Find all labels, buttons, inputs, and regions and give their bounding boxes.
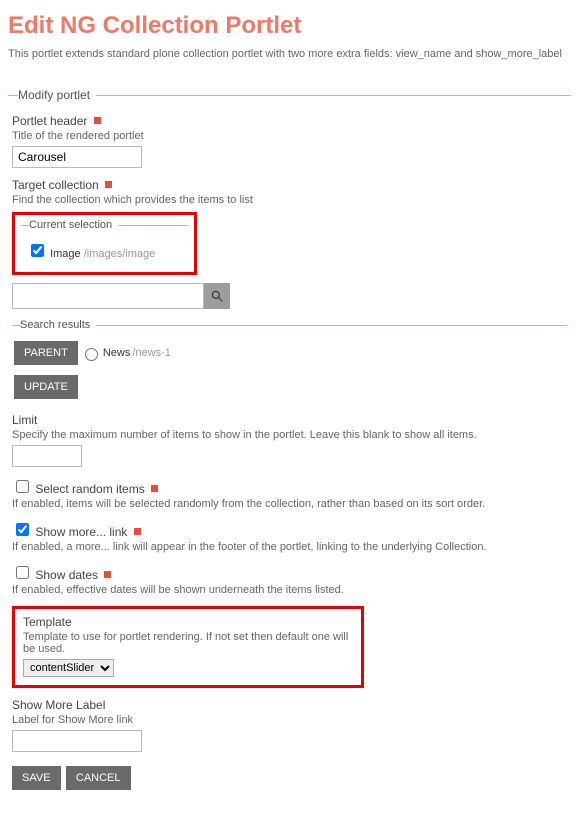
show-more-label-field: Show More Label Label for Show More link — [12, 698, 567, 752]
current-selection-path: /images/image — [84, 248, 156, 260]
update-button[interactable]: UPDATE — [14, 375, 78, 399]
show-more-label-label: Show More Label — [12, 698, 567, 712]
current-selection-fieldset: Current selection Image /images/image — [21, 219, 188, 262]
show-more-label-help: Label for Show More link — [12, 714, 567, 726]
target-collection-label: Target collection — [12, 178, 99, 192]
page-title: Edit NG Collection Portlet — [8, 12, 571, 40]
page-description: This portlet extends standard plone coll… — [8, 48, 571, 60]
required-marker — [105, 181, 112, 188]
show-more-label-input[interactable] — [12, 730, 142, 752]
parent-button[interactable]: PARENT — [14, 341, 78, 365]
current-selection-checkbox[interactable] — [31, 244, 44, 257]
target-collection-help: Find the collection which provides the i… — [12, 194, 567, 206]
template-help: Template to use for portlet rendering. I… — [23, 631, 353, 655]
portlet-header-input[interactable] — [12, 146, 142, 168]
random-items-field: Select random items If enabled, items wi… — [12, 477, 567, 510]
show-more-link-field: Show more... link If enabled, a more... … — [12, 520, 567, 553]
template-highlight: Template Template to use for portlet ren… — [12, 606, 364, 688]
modify-portlet-legend: Modify portlet — [18, 88, 96, 102]
portlet-header-help: Title of the rendered portlet — [12, 130, 567, 142]
search-results-fieldset: Search results PARENT News /news-1 UPDAT… — [12, 319, 567, 403]
random-items-label: Select random items — [35, 482, 144, 496]
search-results-row: PARENT News /news-1 — [14, 339, 565, 367]
search-result-path: /news-1 — [132, 347, 171, 359]
limit-field: Limit Specify the maximum number of item… — [12, 413, 567, 467]
current-selection-highlight: Current selection Image /images/image — [12, 212, 197, 275]
current-selection-legend: Current selection — [29, 219, 118, 231]
modify-portlet-fieldset: Modify portlet Portlet header Title of t… — [8, 88, 571, 796]
show-dates-help: If enabled, effective dates will be show… — [12, 584, 567, 596]
required-marker — [134, 528, 141, 535]
target-collection-field: Target collection Find the collection wh… — [12, 178, 567, 403]
search-icon — [210, 289, 224, 303]
show-more-link-label: Show more... link — [35, 525, 127, 539]
template-select[interactable]: contentSlider — [23, 659, 114, 677]
show-dates-checkbox[interactable] — [16, 566, 29, 579]
limit-label: Limit — [12, 413, 567, 427]
show-dates-field: Show dates If enabled, effective dates w… — [12, 563, 567, 596]
current-selection-name: Image — [50, 248, 81, 260]
search-result-radio[interactable] — [85, 348, 98, 361]
show-more-link-checkbox[interactable] — [16, 523, 29, 536]
limit-help: Specify the maximum number of items to s… — [12, 429, 567, 441]
save-button[interactable]: SAVE — [12, 766, 61, 790]
cancel-button[interactable]: CANCEL — [66, 766, 131, 790]
search-input[interactable] — [12, 283, 204, 309]
limit-input[interactable] — [12, 445, 82, 467]
required-marker — [104, 571, 111, 578]
random-items-help: If enabled, items will be selected rando… — [12, 498, 567, 510]
search-row — [12, 283, 567, 309]
search-result-name: News — [103, 347, 131, 359]
search-results-legend: Search results — [20, 319, 96, 331]
template-label: Template — [23, 615, 353, 629]
required-marker — [151, 485, 158, 492]
form-actions: SAVE CANCEL — [12, 764, 567, 792]
random-items-checkbox[interactable] — [16, 480, 29, 493]
search-button[interactable] — [204, 283, 230, 309]
portlet-header-field: Portlet header Title of the rendered por… — [12, 114, 567, 168]
show-dates-label: Show dates — [35, 568, 98, 582]
required-marker — [94, 117, 101, 124]
current-selection-item: Image /images/image — [27, 241, 186, 260]
show-more-link-help: If enabled, a more... link will appear i… — [12, 541, 567, 553]
portlet-header-label: Portlet header — [12, 114, 87, 128]
